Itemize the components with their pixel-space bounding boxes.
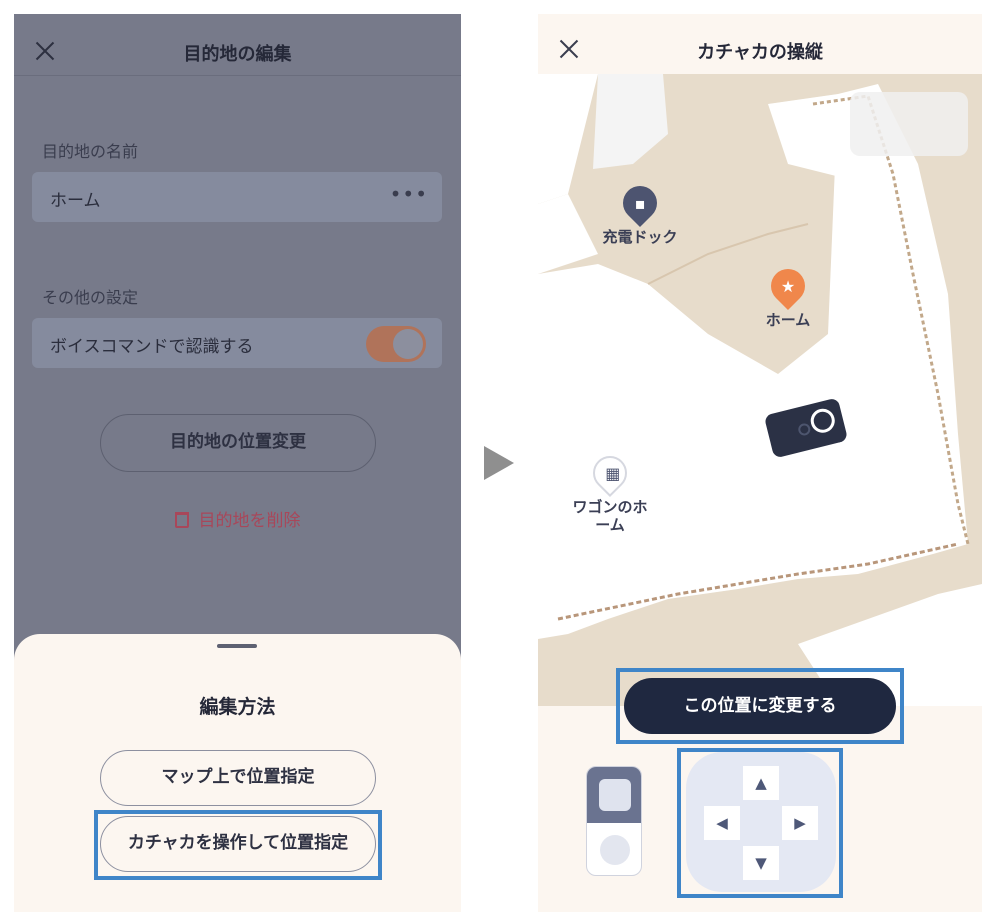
map-overlay-card [850,92,968,156]
pin: ▪ [615,178,665,228]
other-settings-label: その他の設定 [42,288,139,307]
control-mode-switcher[interactable] [586,766,642,876]
highlight-frame [94,810,382,880]
poi-charging-dock[interactable]: ▪ 充電ドック [590,178,690,246]
map-view[interactable]: ▪ 充電ドック ★ ホーム ▦ ワゴンのホーム [538,74,982,706]
poi-label: ワゴンのホーム [572,498,648,534]
robot-head-icon [808,406,838,436]
header: カチャカの操縦 [538,14,982,74]
edit-destination-screen: 目的地の編集 目的地の名前 ホーム ••• その他の設定 ボイスコマンドで認識す… [14,14,461,912]
floor-map [538,74,982,706]
robot-control-screen: カチャカの操縦 ▪ 充電ドック ★ ホーム ▦ ワゴンのホーム この位置に変更す… [538,14,982,912]
voice-command-toggle[interactable] [366,326,426,362]
sheet-title: 編集方法 [199,696,276,718]
sheet-handle[interactable] [217,644,257,648]
highlight-frame [616,668,904,744]
edit-method-sheet: 編集方法 マップ上で位置指定 カチャカを操作して位置指定 [14,634,461,912]
trash-icon [174,512,189,528]
dpad-mode-icon [599,779,631,811]
wagon-icon: ▦ [605,463,621,483]
delete-destination-button[interactable]: 目的地を削除 [14,506,461,531]
pin: ▦ [585,448,635,498]
joystick-mode-icon[interactable] [600,835,630,865]
charging-dock-icon: ▪ [634,193,646,213]
name-section-label: 目的地の名前 [42,142,139,161]
poi-wagon-home[interactable]: ▦ ワゴンのホーム [560,448,660,534]
poi-home[interactable]: ★ ホーム [738,261,838,329]
pin: ★ [763,261,813,311]
poi-label: ホーム [765,311,811,329]
destination-name-value: ホーム [50,191,101,211]
highlight-frame [677,748,843,898]
screen: 目的地の編集 目的地の名前 ホーム ••• その他の設定 ボイスコマンドで認識す… [0,0,994,919]
delete-label: 目的地を削除 [198,511,301,531]
toggle-knob [393,329,423,359]
page-title: 目的地の編集 [183,44,292,65]
next-arrow-icon [484,446,514,480]
change-location-button[interactable]: 目的地の位置変更 [100,414,376,472]
robot-sensor-icon [797,422,812,437]
page-title: カチャカの操縦 [697,42,823,63]
map-position-button[interactable]: マップ上で位置指定 [100,750,376,806]
header: 目的地の編集 [14,14,461,76]
voice-command-label: ボイスコマンドで認識する [50,337,254,357]
more-icon[interactable]: ••• [390,182,428,206]
destination-name-field[interactable]: ホーム ••• [32,172,442,222]
poi-label: 充電ドック [602,228,678,246]
dpad-mode-tab[interactable] [587,767,641,823]
star-icon: ★ [780,276,796,296]
voice-command-row: ボイスコマンドで認識する [32,318,442,368]
